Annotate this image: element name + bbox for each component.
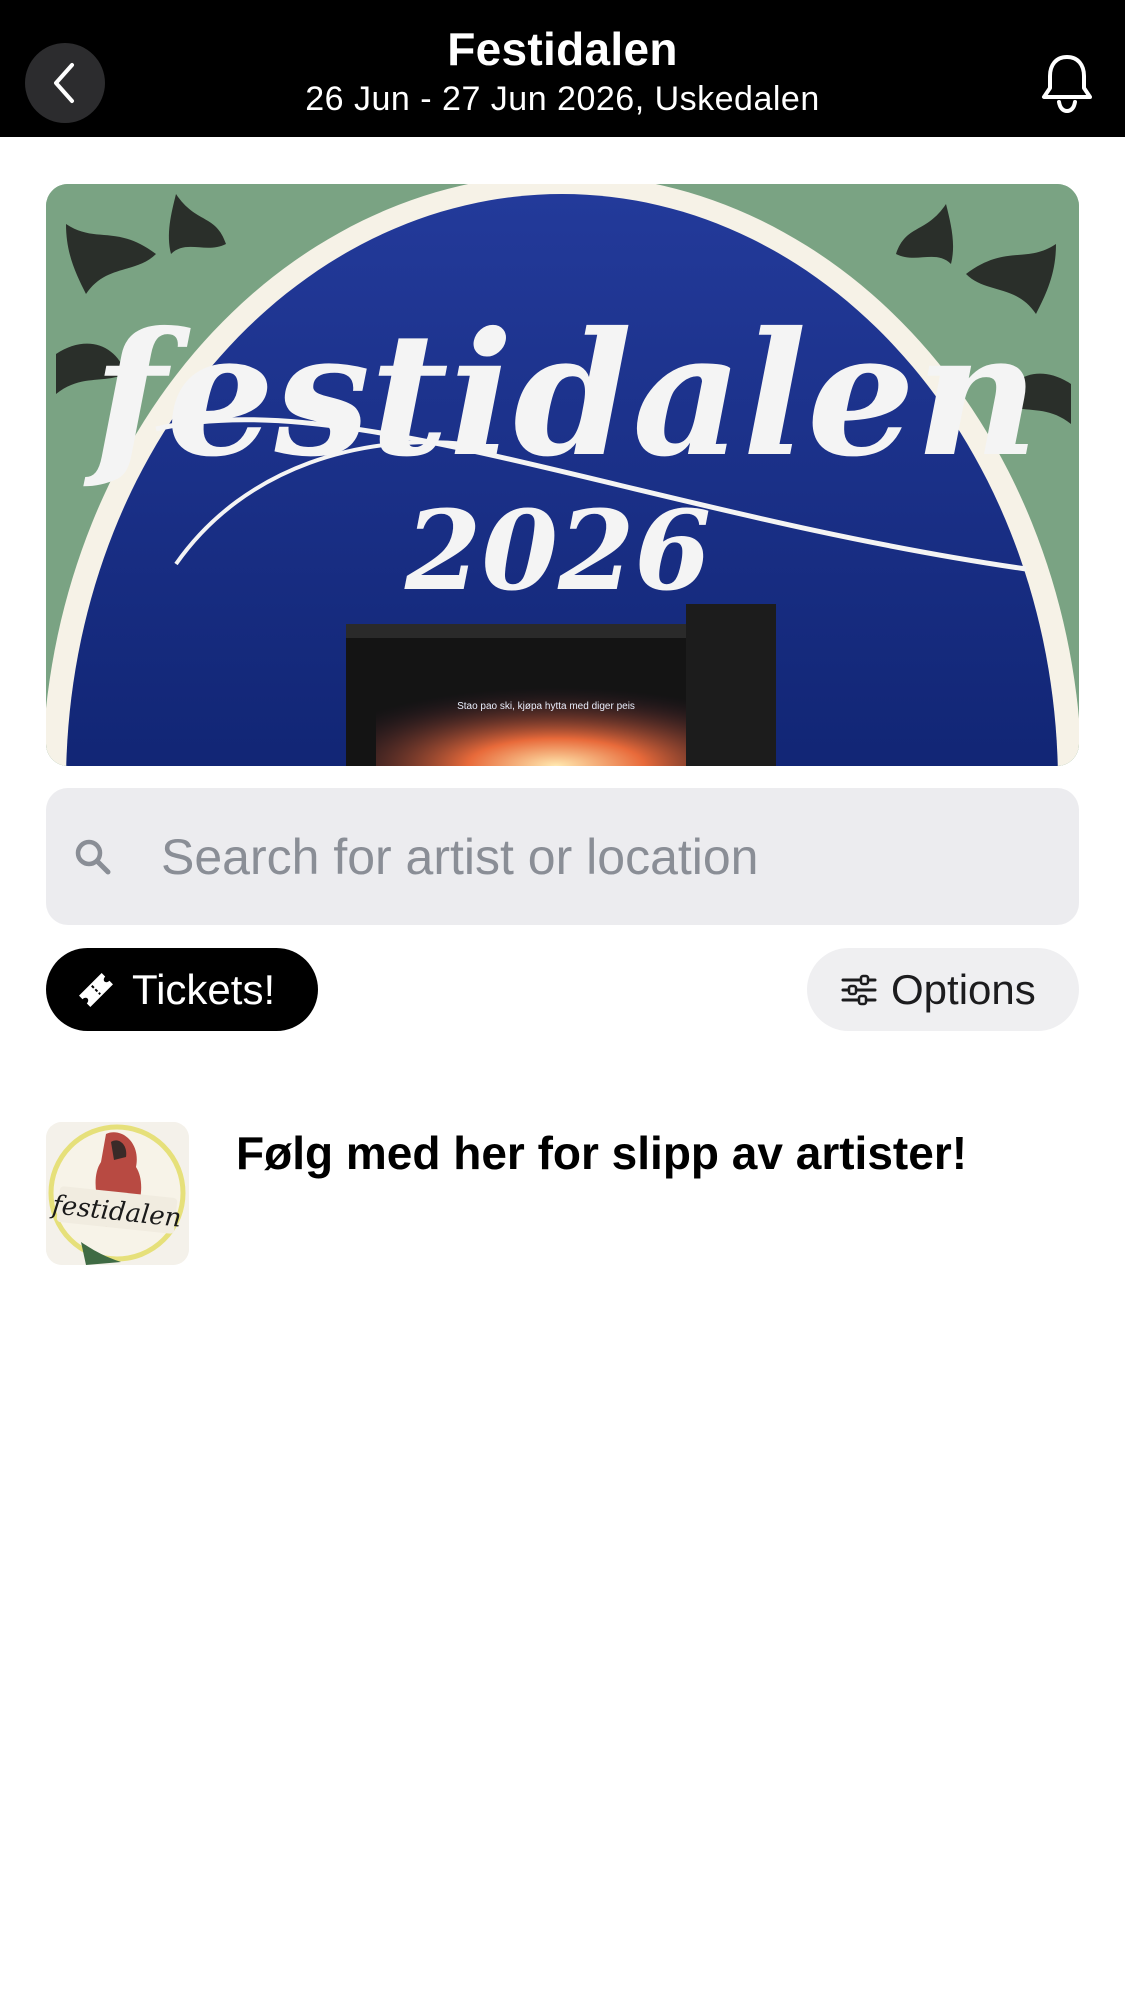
stage-screen-text: Stao pao ski, kjøpa hytta med diger peis	[457, 701, 635, 712]
sliders-icon	[841, 974, 877, 1005]
news-item[interactable]: festidalen Følg med her for slipp av art…	[46, 1122, 1079, 1267]
news-thumbnail: festidalen	[46, 1122, 189, 1265]
search-input[interactable]	[161, 788, 1049, 925]
ticket-icon	[79, 972, 113, 1007]
top-bar: Festidalen 26 Jun - 27 Jun 2026, Uskedal…	[0, 0, 1125, 137]
festival-title: Festidalen	[447, 23, 678, 75]
tickets-button[interactable]: Tickets!	[46, 948, 318, 1031]
search-icon	[75, 839, 111, 874]
notifications-button[interactable]	[1034, 48, 1100, 118]
tickets-label: Tickets!	[132, 965, 276, 1013]
news-headline: Følg med her for slipp av artister!	[236, 1127, 968, 1179]
festival-year-text: 2026	[404, 486, 711, 615]
festival-banner: Stao pao ski, kjøpa hytta med diger peis…	[46, 184, 1079, 766]
bell-icon	[1042, 55, 1092, 114]
options-button[interactable]: Options	[807, 948, 1079, 1031]
festival-logo-text: festidalen	[83, 295, 1038, 495]
search-bar[interactable]	[46, 788, 1079, 925]
festival-date-location: 26 Jun - 27 Jun 2026, Uskedalen	[305, 80, 820, 118]
options-label: Options	[891, 965, 1036, 1013]
